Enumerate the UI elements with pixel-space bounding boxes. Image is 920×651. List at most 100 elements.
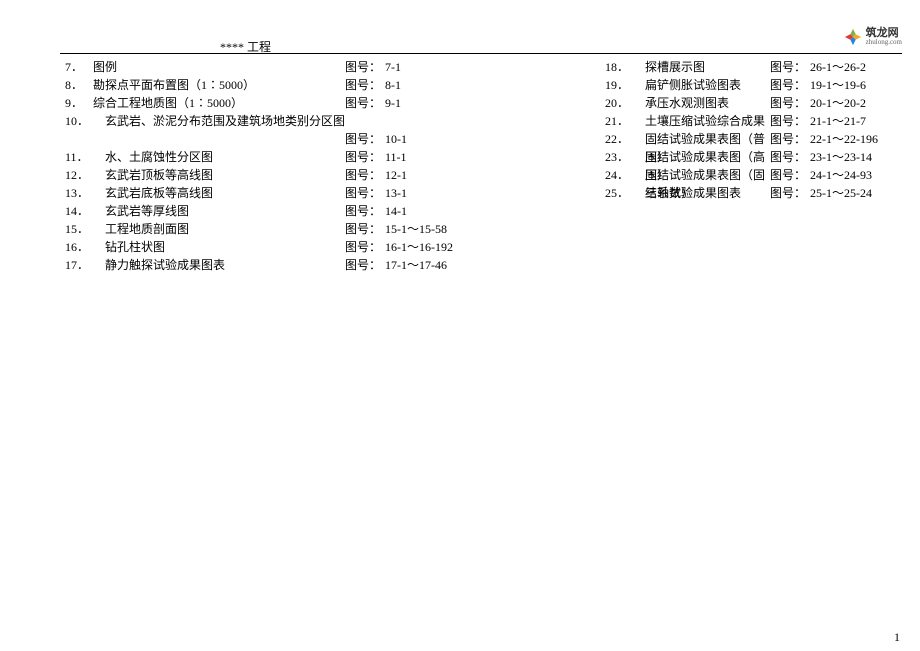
logo: 筑龙网 zhulong.com bbox=[844, 28, 902, 46]
figno-value: 11-1 bbox=[385, 148, 475, 166]
item-title: 图例 bbox=[93, 58, 345, 76]
figno-label: 图号： bbox=[770, 166, 810, 184]
item-title: 玄武岩、淤泥分布范围及建筑场地类别分区图 bbox=[105, 112, 475, 130]
list-item: 9． 综合工程地质图（1∶5000） 图号： 9-1 bbox=[65, 94, 475, 112]
item-index: 20． bbox=[605, 94, 645, 112]
list-item: 15． 工程地质剖面图 图号： 15-1～15-58 bbox=[65, 220, 475, 238]
list-item: 8． 勘探点平面布置图（1∶5000） 图号： 8-1 bbox=[65, 76, 475, 94]
item-index: 19． bbox=[605, 76, 645, 94]
figno-label: 图号： bbox=[770, 76, 810, 94]
figno-value: 14-1 bbox=[385, 202, 475, 220]
figno-value: 22-1～22-196 bbox=[810, 130, 900, 148]
figno-label: 图号： bbox=[345, 184, 385, 202]
item-title: 勘探点平面布置图（1∶5000） bbox=[93, 76, 345, 94]
item-title: 探槽展示图 bbox=[645, 58, 770, 76]
item-index: 15． bbox=[65, 220, 105, 238]
list-item: 7． 图例 图号： 7-1 bbox=[65, 58, 475, 76]
logo-icon bbox=[844, 28, 862, 46]
logo-sub-text: zhulong.com bbox=[866, 39, 902, 46]
list-item: 19． 扁铲侧胀试验图表 图号： 19-1～19-6 bbox=[605, 76, 900, 94]
item-index: 25． bbox=[605, 184, 645, 202]
figno-label: 图号： bbox=[345, 58, 385, 76]
figno-value: 24-1～24-93 bbox=[810, 166, 900, 184]
list-item: 13． 玄武岩底板等高线图 图号： 13-1 bbox=[65, 184, 475, 202]
item-title: 工程地质剖面图 bbox=[105, 220, 345, 238]
figno-label: 图号： bbox=[345, 148, 385, 166]
item-index: 11． bbox=[65, 148, 105, 166]
item-title: 钻孔柱状图 bbox=[105, 238, 345, 256]
figno-label: 图号： bbox=[345, 202, 385, 220]
list-item: 11． 水、土腐蚀性分区图 图号： 11-1 bbox=[65, 148, 475, 166]
item-index: 18． bbox=[605, 58, 645, 76]
item-title: 三轴试验成果图表 bbox=[645, 184, 770, 202]
item-index: 23． bbox=[605, 148, 645, 166]
figno-label: 图号： bbox=[345, 256, 385, 274]
item-index: 10． bbox=[65, 112, 105, 130]
item-index: 16． bbox=[65, 238, 105, 256]
item-index: 22． bbox=[605, 130, 645, 148]
header-divider bbox=[60, 53, 902, 54]
list-item: 22． 固结试验成果表图（普压） 图号： 22-1～22-196 bbox=[605, 130, 900, 148]
item-index: 14． bbox=[65, 202, 105, 220]
figno-value: 23-1～23-14 bbox=[810, 148, 900, 166]
item-title: 玄武岩等厚线图 bbox=[105, 202, 345, 220]
content-area: 7． 图例 图号： 7-1 8． 勘探点平面布置图（1∶5000） 图号： 8-… bbox=[65, 58, 900, 274]
list-item: 20． 承压水观测图表 图号： 20-1～20-2 bbox=[605, 94, 900, 112]
figno-label: 图号： bbox=[770, 148, 810, 166]
list-item: 24． 固结试验成果表图（固结系数） 图号： 24-1～24-93 bbox=[605, 166, 900, 184]
figno-label: 图号： bbox=[770, 184, 810, 202]
page-number: 1 bbox=[894, 630, 900, 645]
figno-value: 13-1 bbox=[385, 184, 475, 202]
left-column: 7． 图例 图号： 7-1 8． 勘探点平面布置图（1∶5000） 图号： 8-… bbox=[65, 58, 475, 274]
item-title: 水、土腐蚀性分区图 bbox=[105, 148, 345, 166]
item-index: 9． bbox=[65, 94, 93, 112]
figno-value: 12-1 bbox=[385, 166, 475, 184]
figno-label: 图号： bbox=[770, 58, 810, 76]
item-index: 12． bbox=[65, 166, 105, 184]
list-item: 21． 土壤压缩试验综合成果 图号： 21-1～21-7 bbox=[605, 112, 900, 130]
item-title: 承压水观测图表 bbox=[645, 94, 770, 112]
figno-label: 图号： bbox=[345, 220, 385, 238]
figno-value: 10-1 bbox=[385, 130, 475, 148]
figno-value: 9-1 bbox=[385, 94, 475, 112]
list-item: 12． 玄武岩顶板等高线图 图号： 12-1 bbox=[65, 166, 475, 184]
figno-value: 7-1 bbox=[385, 58, 475, 76]
figno-value: 26-1～26-2 bbox=[810, 58, 900, 76]
logo-text: 筑龙网 zhulong.com bbox=[866, 28, 902, 46]
figno-label: 图号： bbox=[345, 238, 385, 256]
figno-label: 图号： bbox=[345, 130, 385, 148]
figno-label: 图号： bbox=[345, 94, 385, 112]
figno-value: 15-1～15-58 bbox=[385, 220, 475, 238]
figno-label: 图号： bbox=[770, 112, 810, 130]
figno-value: 21-1～21-7 bbox=[810, 112, 900, 130]
list-item: 23． 固结试验成果表图（高压） 图号： 23-1～23-14 bbox=[605, 148, 900, 166]
item-index: 8． bbox=[65, 76, 93, 94]
list-item: 25． 三轴试验成果图表 图号： 25-1～25-24 bbox=[605, 184, 900, 202]
list-item: 18． 探槽展示图 图号： 26-1～26-2 bbox=[605, 58, 900, 76]
figno-label: 图号： bbox=[345, 76, 385, 94]
list-item: 10． 玄武岩、淤泥分布范围及建筑场地类别分区图 bbox=[65, 112, 475, 130]
item-index: 24． bbox=[605, 166, 645, 184]
figno-value: 19-1～19-6 bbox=[810, 76, 900, 94]
item-title: 静力触探试验成果图表 bbox=[105, 256, 345, 274]
figno-label: 图号： bbox=[770, 94, 810, 112]
item-title: 玄武岩底板等高线图 bbox=[105, 184, 345, 202]
figno-label: 图号： bbox=[345, 166, 385, 184]
figno-value: 17-1～17-46 bbox=[385, 256, 475, 274]
item-title: 综合工程地质图（1∶5000） bbox=[93, 94, 345, 112]
figno-value: 8-1 bbox=[385, 76, 475, 94]
list-item: 17． 静力触探试验成果图表 图号： 17-1～17-46 bbox=[65, 256, 475, 274]
figno-value: 20-1～20-2 bbox=[810, 94, 900, 112]
item-index: 17． bbox=[65, 256, 105, 274]
figno-value: 25-1～25-24 bbox=[810, 184, 900, 202]
item-index: 21． bbox=[605, 112, 645, 130]
figno-value: 16-1～16-192 bbox=[385, 238, 475, 256]
item-title: 玄武岩顶板等高线图 bbox=[105, 166, 345, 184]
list-item: 16． 钻孔柱状图 图号： 16-1～16-192 bbox=[65, 238, 475, 256]
figno-label: 图号： bbox=[770, 130, 810, 148]
item-index: 7． bbox=[65, 58, 93, 76]
list-item: 图号： 10-1 bbox=[65, 130, 475, 148]
list-item: 14． 玄武岩等厚线图 图号： 14-1 bbox=[65, 202, 475, 220]
right-column: 18． 探槽展示图 图号： 26-1～26-2 19． 扁铲侧胀试验图表 图号：… bbox=[605, 58, 900, 274]
item-title: 土壤压缩试验综合成果 bbox=[645, 112, 770, 130]
